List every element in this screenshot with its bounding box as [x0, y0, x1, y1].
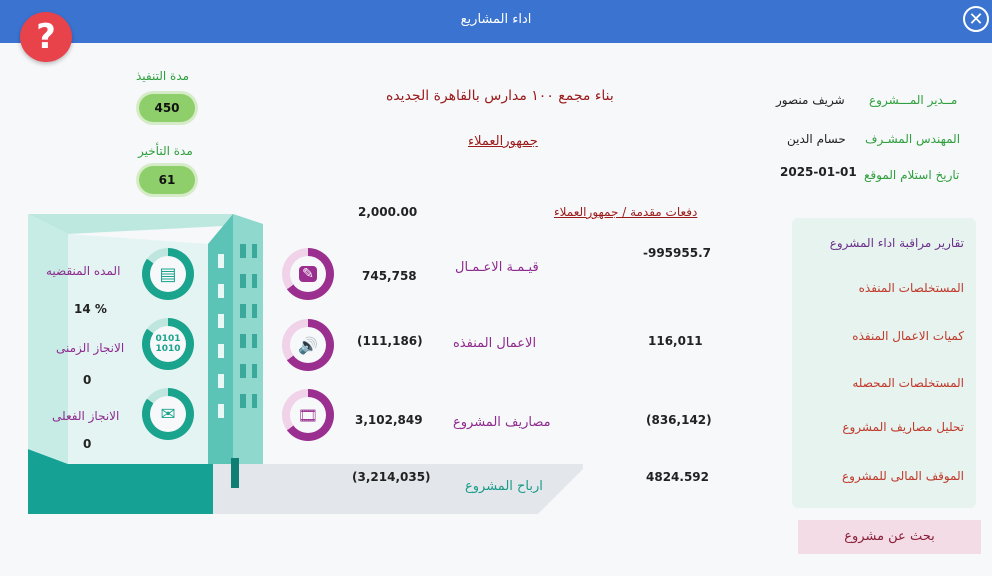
time-progress-value: 0 — [83, 373, 92, 387]
client-name: جمهورالعملاء — [468, 134, 538, 149]
expenses-ring: 🎞 — [282, 389, 334, 441]
search-project-button[interactable]: بحث عن مشروع — [798, 520, 981, 554]
executed-right: 116,011 — [648, 334, 703, 348]
execution-duration-label: مدة التنفيذ — [136, 69, 190, 83]
elapsed-ring: ▤ — [142, 248, 194, 300]
left-wall — [28, 214, 68, 464]
report-item-executed-quantities[interactable]: كميات الاعمال المنفذه — [852, 329, 964, 343]
title-bar: اداء المشاريع — [0, 0, 992, 43]
execution-duration-value: 450 — [139, 94, 195, 122]
actual-progress-value: 0 — [83, 437, 92, 451]
delay-duration-label: مدة التأخير — [138, 144, 193, 158]
works-value-right: -995955.7 — [643, 246, 711, 260]
binary-icon: 0101 1010 — [155, 334, 181, 354]
help-icon[interactable]: ? — [20, 12, 72, 62]
tower-front — [208, 214, 233, 464]
time-progress-ring: 0101 1010 — [142, 318, 194, 370]
delay-duration-value: 61 — [139, 166, 195, 194]
report-item-collected-extracts[interactable]: المستخلصات المحصله — [852, 376, 964, 390]
actual-progress-ring: ✉ — [142, 388, 194, 440]
manager-value: شريف منصور — [776, 93, 845, 107]
works-value-label: قيـمـة الاعـمـال — [455, 260, 539, 275]
actual-progress-label: الانجاز الفعلى — [52, 409, 120, 423]
expenses-value: 3,102,849 — [355, 413, 423, 427]
profit-label: ارباح المشروع — [465, 479, 543, 494]
engineer-value: حسام الدين — [787, 132, 846, 146]
report-item-monitoring[interactable]: تقارير مراقبة اداء المشروع — [830, 236, 964, 250]
speaker-icon: 🔊 — [298, 335, 318, 355]
report-item-executed-extracts[interactable]: المستخلصات المنفذه — [859, 281, 964, 295]
engineer-label: المهندس المشـرف — [865, 132, 961, 146]
site-date-value: 2025-01-01 — [780, 165, 857, 179]
profit-value: (3,214,035) — [352, 470, 431, 484]
works-value-ring: ✎ — [282, 248, 334, 300]
executed-value: (111,186) — [357, 334, 423, 348]
tower-side — [233, 214, 263, 464]
profit-right: 4824.592 — [646, 470, 710, 484]
expenses-label: مصاريف المشروع — [453, 415, 551, 430]
document-icon: ▤ — [159, 263, 177, 285]
works-value: 745,758 — [362, 269, 417, 283]
expenses-right: (836,142) — [646, 413, 712, 427]
time-progress-label: الانجاز الزمنى — [56, 341, 125, 355]
reports-panel: تقارير مراقبة اداء المشروع المستخلصات ال… — [792, 218, 976, 508]
window-title: اداء المشاريع — [460, 12, 532, 27]
elapsed-label: المده المنقضيه — [46, 264, 121, 278]
report-item-financial-position[interactable]: الموقف المالى للمشروع — [842, 469, 964, 483]
executed-label: الاعمال المنفذه — [453, 336, 537, 351]
executed-ring: 🔊 — [282, 319, 334, 371]
close-button[interactable]: ✕ — [963, 6, 989, 32]
project-title: بناء مجمع ١٠٠ مدارس بالقاهرة الجديده — [386, 88, 614, 104]
twitter-icon: ✎ — [299, 266, 317, 282]
site-date-label: تاريخ استلام الموقع — [864, 168, 960, 182]
manager-label: مــدير المـــشروع — [869, 93, 958, 107]
film-icon: 🎞 — [297, 405, 319, 425]
elapsed-value: 14 % — [74, 302, 107, 316]
report-item-expense-analysis[interactable]: تحليل مصاريف المشروع — [842, 420, 964, 434]
mail-icon: ✉ — [160, 403, 176, 425]
